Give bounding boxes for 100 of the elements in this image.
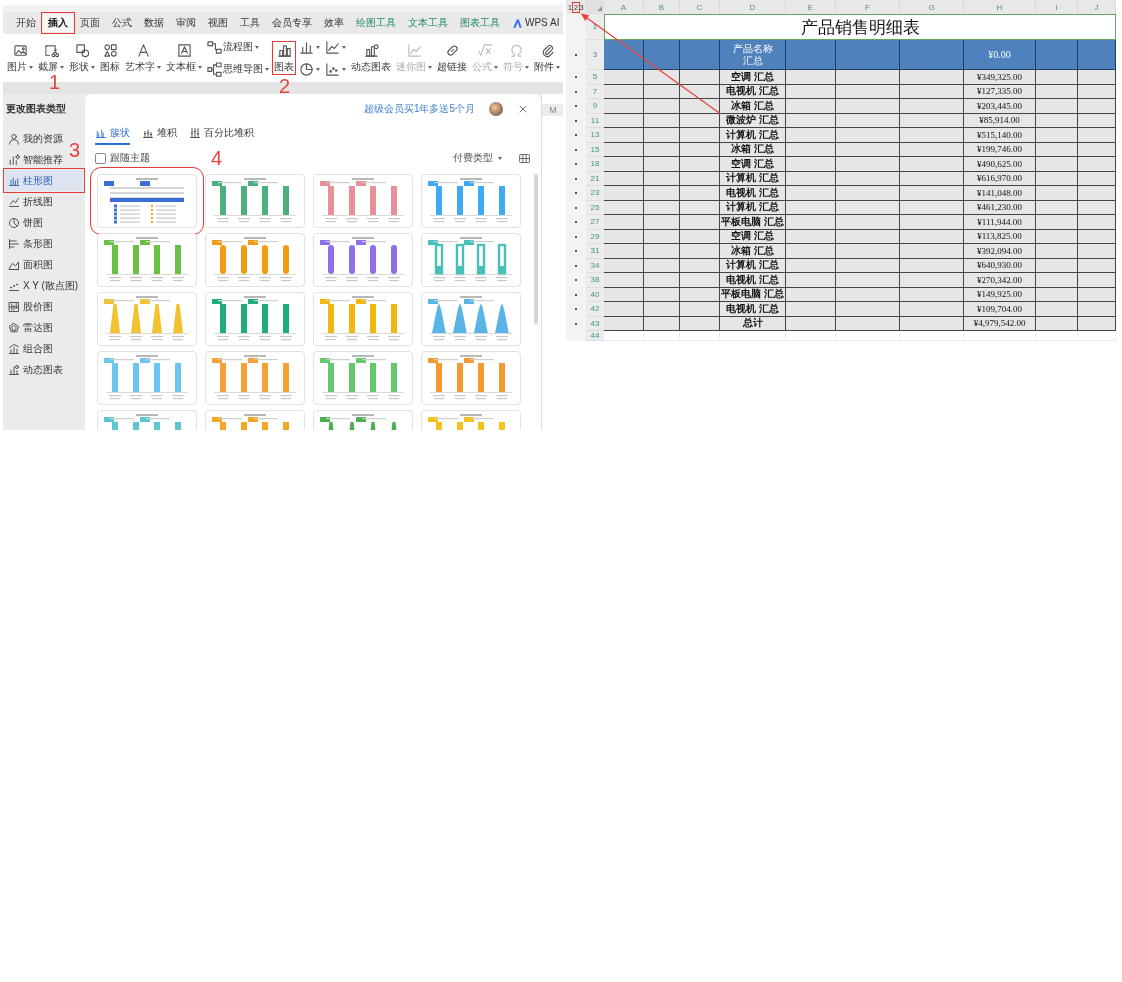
grid-view-button[interactable] xyxy=(518,151,531,165)
dialog-title: 更改图表类型 xyxy=(6,102,67,116)
chart-type-item[interactable]: 股价图 xyxy=(5,296,83,317)
chart-type-item[interactable]: 饼图 xyxy=(5,212,83,233)
table-header-cell: 产品名称汇总 xyxy=(720,40,786,70)
chart-thumbnail[interactable] xyxy=(421,233,521,287)
scrollbar[interactable] xyxy=(534,174,538,324)
close-button[interactable] xyxy=(517,103,529,115)
ribbon-button[interactable]: 动态图表 xyxy=(349,41,393,75)
chart-thumbnail[interactable] xyxy=(205,351,305,405)
caret-icon xyxy=(316,45,320,49)
dynamic-chart-icon xyxy=(8,363,20,376)
ribbon-tab[interactable]: 公式 xyxy=(107,14,137,32)
checkbox[interactable] xyxy=(95,152,106,164)
table-cell xyxy=(1078,99,1116,114)
table-cell xyxy=(836,128,900,143)
ribbon-tab[interactable]: 页面 xyxy=(75,14,105,32)
chart-thumbnail[interactable] xyxy=(205,174,305,228)
table-cell: ¥515,140.00 xyxy=(964,128,1036,143)
table-cell: ¥141,048.00 xyxy=(964,186,1036,201)
ribbon-button[interactable]: 艺术字 xyxy=(123,41,163,75)
chart-thumbnail[interactable] xyxy=(421,292,521,346)
ribbon-button[interactable]: 流程图 xyxy=(205,37,271,57)
mind-map-icon xyxy=(207,61,222,77)
table-header-cell xyxy=(1036,40,1078,70)
ribbon-button[interactable]: 思维导图 xyxy=(205,59,271,79)
scatter-icon xyxy=(325,61,340,77)
table-cell xyxy=(1078,273,1116,288)
chart-thumbnail[interactable] xyxy=(313,351,413,405)
table-header-cell xyxy=(604,40,644,70)
row-number[interactable]: 1 xyxy=(586,14,604,40)
table-cell: ¥203,445.00 xyxy=(964,99,1036,114)
radar-icon xyxy=(8,321,20,334)
ribbon-tab[interactable]: 审阅 xyxy=(171,14,201,32)
table-cell xyxy=(836,99,900,114)
table-cell xyxy=(836,215,900,230)
ribbon-button[interactable]: 超链接 xyxy=(435,41,469,75)
ribbon-tab[interactable]: 图表工具 xyxy=(455,14,505,32)
horizontal-bar-icon xyxy=(8,237,20,250)
table-cell xyxy=(644,157,680,172)
chart-type-item[interactable]: X Y (散点图) xyxy=(5,275,83,296)
avatar-icon[interactable] xyxy=(489,102,503,116)
chart-thumbnail[interactable] xyxy=(97,292,197,346)
chart-type-item[interactable]: 动态图表 xyxy=(5,359,83,380)
ribbon-tab[interactable]: 工具 xyxy=(235,14,265,32)
promo-link[interactable]: 超级会员买1年多送5个月 xyxy=(363,102,475,116)
chart-subtype-tab[interactable]: 簇状 xyxy=(95,124,130,145)
ribbon-button[interactable]: 文本框 xyxy=(164,41,204,75)
ribbon-button[interactable]: 截屏 xyxy=(36,41,66,75)
ribbon-button[interactable]: 图片 xyxy=(5,41,35,75)
chart-thumbnail[interactable] xyxy=(205,292,305,346)
table-cell: ¥392,094.00 xyxy=(964,244,1036,259)
chart-thumbnail[interactable] xyxy=(313,292,413,346)
caret-icon xyxy=(29,65,33,69)
table-cell xyxy=(644,273,680,288)
chart-thumbnail[interactable] xyxy=(313,174,413,228)
annotation-number: 4 xyxy=(211,148,223,168)
chart-thumbnail[interactable] xyxy=(421,174,521,228)
table-cell: ¥111,944.00 xyxy=(964,215,1036,230)
ribbon-tab[interactable]: WPS AI xyxy=(507,14,563,32)
chart-type-item[interactable]: 折线图 xyxy=(5,191,83,212)
chart-thumbnail[interactable] xyxy=(313,233,413,287)
combo-chart-icon xyxy=(8,342,20,355)
chart-thumbnail[interactable] xyxy=(97,351,197,405)
logo-icon xyxy=(512,17,523,29)
chart-type-item[interactable]: 雷达图 xyxy=(5,317,83,338)
chart-thumbnail[interactable] xyxy=(421,351,521,405)
table-cell xyxy=(680,244,720,259)
ribbon-tab[interactable]: 开始 xyxy=(11,14,41,32)
table-cell xyxy=(680,215,720,230)
chart-subtype-tab[interactable]: 堆积 xyxy=(142,124,177,145)
ribbon-button[interactable]: 附件 xyxy=(532,41,562,75)
ribbon-button[interactable]: 图标 xyxy=(98,41,122,75)
ribbon-tab[interactable]: 会员专享 xyxy=(267,14,317,32)
chart-thumbnail[interactable] xyxy=(97,233,197,287)
ribbon-tab[interactable]: 插入 xyxy=(43,14,73,32)
ribbon-button[interactable]: 图表 xyxy=(272,41,296,75)
filter-dropdown[interactable]: 付费类型 xyxy=(447,150,508,166)
table-cell xyxy=(836,70,900,85)
bar-chart-icon xyxy=(276,43,292,58)
ribbon-tab[interactable]: 文本工具 xyxy=(403,14,453,32)
ribbon-tab[interactable]: 绘图工具 xyxy=(351,14,401,32)
ribbon-tab[interactable]: 视图 xyxy=(203,14,233,32)
table-cell: 计算机 汇总 xyxy=(720,128,786,143)
table-cell xyxy=(900,302,964,317)
chart-thumbnail[interactable] xyxy=(205,233,305,287)
checkbox-label[interactable]: 跟随主题 xyxy=(110,151,150,165)
table-cell: ¥490,625.00 xyxy=(964,157,1036,172)
table-cell xyxy=(786,302,836,317)
chart-type-item[interactable]: 面积图 xyxy=(5,254,83,275)
ribbon-tab[interactable]: 数据 xyxy=(139,14,169,32)
chart-type-item[interactable]: 柱形图 xyxy=(5,170,83,191)
ribbon-tab[interactable]: 效率 xyxy=(319,14,349,32)
table-cell xyxy=(680,157,720,172)
chart-type-item[interactable]: 条形图 xyxy=(5,233,83,254)
table-cell xyxy=(1078,331,1116,341)
ribbon-button[interactable]: 形状 xyxy=(67,41,97,75)
chart-type-item[interactable]: 组合图 xyxy=(5,338,83,359)
chart-subtype-tab[interactable]: 百分比堆积 xyxy=(189,124,254,145)
table-header-cell: ¥0.00 xyxy=(964,40,1036,70)
